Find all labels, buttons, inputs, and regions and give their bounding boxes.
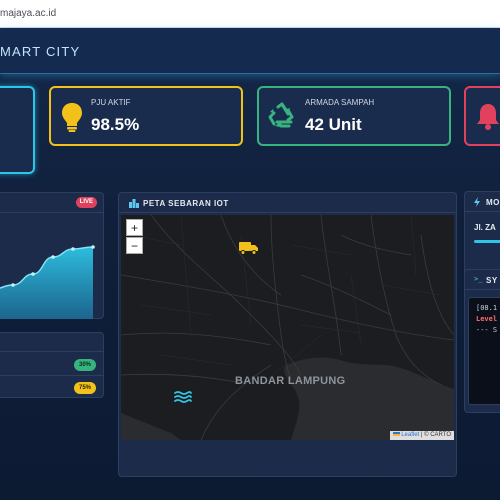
ukraine-flag-icon	[392, 432, 400, 436]
lightbulb-icon	[62, 103, 82, 132]
recycle-icon	[268, 102, 294, 128]
monitor-progress	[474, 240, 500, 243]
stat-value-pju: 98.5%	[91, 115, 140, 134]
chart-panel-header: LIVE	[0, 193, 103, 213]
log-line: [08.1	[476, 304, 498, 312]
monitor-street: Jl. ZA	[474, 223, 496, 232]
log-line: Level	[476, 315, 498, 323]
system-panel-title: SY	[486, 276, 498, 285]
data-point[interactable]	[71, 247, 75, 251]
data-point[interactable]	[11, 283, 15, 287]
stat-card-cut	[0, 86, 35, 174]
log-line: --- S	[476, 326, 498, 334]
divider	[0, 375, 103, 376]
level-pill-2: 75%	[74, 382, 96, 394]
map-city-label: BANDAR LAMPUNG	[235, 375, 346, 387]
map-panel: PETA SEBARAN IOT BANDAR LAMPUNG Leaflet …	[118, 192, 457, 477]
map-tiles	[121, 215, 454, 440]
city-icon	[129, 199, 139, 208]
url-text[interactable]: majaya.ac.id	[0, 8, 56, 19]
live-badge: LIVE	[75, 197, 97, 208]
truck-icon[interactable]	[239, 241, 259, 255]
divider	[0, 351, 103, 352]
dashboard: MART CITY PJU AKTIF 98.5% ARMADA SAMPAH …	[0, 28, 500, 500]
map-panel-title: PETA SEBARAN IOT	[143, 199, 229, 208]
monitor-panel-header: MO	[465, 192, 500, 212]
map-view[interactable]: BANDAR LAMPUNG Leaflet | © CARTO	[121, 215, 454, 440]
leaflet-link[interactable]: Leaflet	[401, 432, 419, 438]
level-panel: 30% 75%	[0, 332, 104, 398]
log-terminal[interactable]: [08.1 Level --- S	[468, 297, 500, 405]
map-attribution: Leaflet | © CARTO	[389, 431, 454, 440]
app-header: MART CITY	[0, 28, 500, 74]
stat-card-armada: ARMADA SAMPAH 42 Unit	[257, 86, 451, 146]
series-area	[0, 247, 93, 319]
carto-attribution: | © CARTO	[420, 432, 451, 438]
system-panel-header: >_ SY	[465, 270, 500, 290]
monitor-panel-title: MO	[486, 198, 500, 207]
stat-value-armada: 42 Unit	[305, 115, 362, 134]
level-pill-1: 30%	[74, 359, 96, 371]
stat-label-armada: ARMADA SAMPAH	[305, 98, 375, 107]
zoom-out-button[interactable]: −	[126, 237, 143, 254]
data-point[interactable]	[91, 245, 95, 249]
area-chart	[0, 245, 95, 319]
chart-panel: LIVE	[0, 192, 104, 319]
terminal-icon: >_	[474, 275, 483, 283]
stat-card-alert	[464, 86, 500, 146]
water-icon[interactable]	[174, 390, 192, 404]
browser-address-bar[interactable]: majaya.ac.id	[0, 0, 500, 28]
data-point[interactable]	[51, 255, 55, 259]
map-panel-header: PETA SEBARAN IOT	[119, 193, 456, 213]
stat-label-pju: PJU AKTIF	[91, 98, 131, 107]
page-title: MART CITY	[0, 44, 81, 59]
stat-card-pju: PJU AKTIF 98.5%	[49, 86, 243, 146]
bell-icon	[477, 104, 499, 130]
bolt-icon	[474, 197, 480, 207]
data-point[interactable]	[31, 272, 35, 276]
zoom-in-button[interactable]: +	[126, 219, 143, 236]
